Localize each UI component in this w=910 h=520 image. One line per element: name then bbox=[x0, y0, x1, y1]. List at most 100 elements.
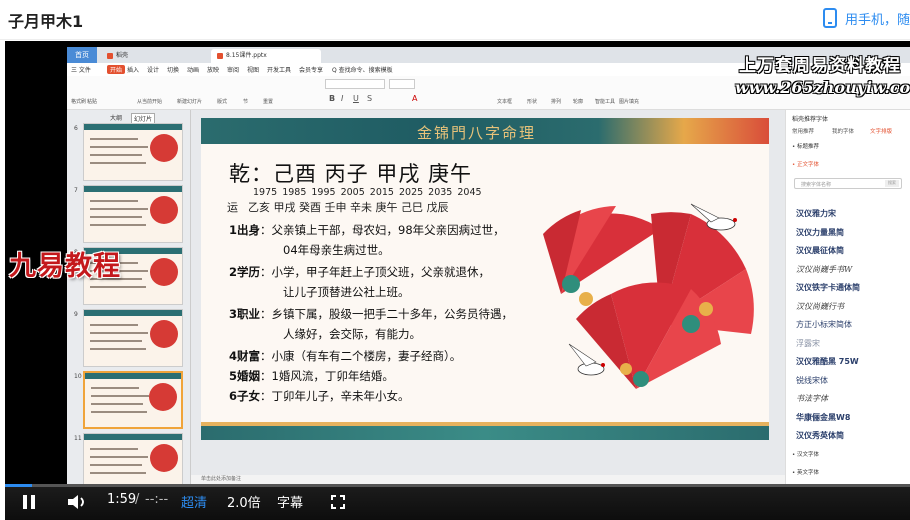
slide-thumbnail[interactable] bbox=[83, 185, 183, 243]
pause-icon[interactable] bbox=[23, 495, 35, 509]
thumb-line bbox=[90, 324, 138, 326]
thumb-band bbox=[84, 124, 182, 130]
duration: --:-- bbox=[145, 492, 169, 507]
menu-item[interactable]: 放映 bbox=[207, 65, 219, 74]
ribbon-button[interactable]: 格式刷 bbox=[71, 98, 86, 105]
ribbon-button[interactable]: 文本框 bbox=[497, 98, 512, 105]
ribbon-button[interactable]: 智能工具 bbox=[595, 98, 615, 105]
font-item[interactable]: 汉仪雅力宋 bbox=[796, 208, 836, 219]
thumb-fan-icon bbox=[150, 444, 178, 472]
tab-common-fonts[interactable]: 常用推荐 bbox=[792, 127, 814, 135]
font-name-box[interactable] bbox=[325, 79, 385, 89]
thumb-line bbox=[90, 208, 148, 210]
bold-button[interactable]: B bbox=[329, 94, 335, 103]
ribbon-button[interactable]: 轮廓 bbox=[573, 98, 583, 105]
pptx-tab[interactable]: 8.15课件.pptx bbox=[211, 49, 321, 63]
docer-tab[interactable]: 稻壳 bbox=[101, 49, 181, 63]
font-item[interactable]: 锐线宋体 bbox=[796, 375, 828, 386]
volume-icon[interactable] bbox=[67, 494, 89, 510]
quality-button[interactable]: 超清 bbox=[181, 492, 207, 511]
current-time: 1:59 bbox=[107, 492, 137, 507]
thumb-line bbox=[90, 340, 142, 342]
section-en-fonts[interactable]: • 英文字体 bbox=[792, 468, 819, 476]
pptx-tab-label: 8.15课件.pptx bbox=[226, 52, 267, 59]
menu-item[interactable]: Q 查找命令、搜索模板 bbox=[332, 65, 393, 74]
ribbon-button[interactable]: 版式 bbox=[217, 98, 227, 105]
subtitle-button[interactable]: 字幕 bbox=[277, 492, 303, 511]
outline-tab[interactable]: 大纲 bbox=[110, 113, 122, 122]
underline-button[interactable]: U bbox=[353, 94, 359, 103]
tab-my-fonts[interactable]: 我的字体 bbox=[832, 127, 854, 135]
slide-thumbnail[interactable] bbox=[83, 123, 183, 181]
watermark-jiuyi: 九易教程 bbox=[9, 251, 121, 282]
fullscreen-icon[interactable] bbox=[331, 495, 345, 509]
info-text: ：小康（有车有二个楼房，妻子经商）。 bbox=[260, 349, 462, 363]
font-size-box[interactable] bbox=[389, 79, 415, 89]
menu-item[interactable]: 会员专享 bbox=[299, 65, 323, 74]
menu-item[interactable]: 切换 bbox=[167, 65, 179, 74]
time-separator: / bbox=[135, 492, 140, 507]
font-item[interactable]: 汉仪雅酷黑 75W bbox=[796, 356, 859, 367]
ribbon-button[interactable]: 从当前开始 bbox=[137, 98, 162, 105]
font-item[interactable]: 方正小标宋简体 bbox=[796, 319, 852, 330]
ribbon-button[interactable]: 形状 bbox=[527, 98, 537, 105]
thumb-line bbox=[90, 472, 146, 474]
speed-button[interactable]: 2.0倍 bbox=[227, 492, 261, 511]
font-item[interactable]: 汉仪尚巍行书 bbox=[796, 301, 844, 312]
font-item[interactable]: 汉仪铁字卡通体简 bbox=[796, 282, 860, 293]
menu-item[interactable]: 开始 bbox=[107, 65, 126, 74]
section-title-fonts[interactable]: • 标题推荐 bbox=[792, 142, 819, 150]
slide-thumbnail[interactable] bbox=[83, 309, 183, 367]
progress-bar[interactable] bbox=[5, 484, 910, 487]
ribbon-button[interactable]: 粘贴 bbox=[87, 98, 97, 105]
thumb-line bbox=[90, 286, 146, 288]
ribbon-button[interactable]: 排列 bbox=[551, 98, 561, 105]
ribbon-button[interactable]: 节 bbox=[243, 98, 248, 105]
notes-bar[interactable]: 单击此处添加备注 bbox=[191, 475, 785, 484]
home-tab[interactable]: 首页 bbox=[67, 47, 97, 63]
info-label: 3职业 bbox=[229, 307, 261, 321]
ribbon-button[interactable]: 重置 bbox=[263, 98, 273, 105]
font-item[interactable]: 浮露宋 bbox=[796, 338, 820, 349]
menu-item[interactable]: 开发工具 bbox=[267, 65, 291, 74]
slide-thumbnail[interactable] bbox=[83, 371, 183, 429]
page-header: 子月甲木1 用手机，随 bbox=[0, 0, 910, 40]
slide-thumbnail[interactable] bbox=[83, 433, 183, 484]
font-item[interactable]: 汉仪秀英体简 bbox=[796, 430, 844, 441]
font-search-input[interactable]: 搜索字体名称 搜索 bbox=[794, 178, 902, 189]
ribbon-button[interactable]: 新建幻灯片 bbox=[177, 98, 202, 105]
thumb-line bbox=[90, 138, 138, 140]
section-han-fonts[interactable]: • 汉文字体 bbox=[792, 450, 819, 458]
font-item[interactable]: 汉仪晨征体简 bbox=[796, 245, 844, 256]
info-text: ：小学，甲子年赶上子顶父班，父亲就退休， bbox=[260, 265, 491, 279]
section-body-fonts[interactable]: • 正文字体 bbox=[792, 160, 819, 168]
font-item[interactable]: 华康俪金黑W8 bbox=[796, 412, 850, 423]
menu-item[interactable]: 动画 bbox=[187, 65, 199, 74]
luck-pillars: 运乙亥 甲戌 癸酉 壬申 辛未 庚午 己巳 戊辰 bbox=[227, 199, 448, 215]
font-item[interactable]: 书法字体 bbox=[796, 393, 828, 404]
menu-item[interactable]: 视图 bbox=[247, 65, 259, 74]
menu-item[interactable]: 审阅 bbox=[227, 65, 239, 74]
italic-button[interactable]: I bbox=[341, 94, 343, 103]
watermark-url: www.265zhouyiw.com bbox=[735, 78, 910, 97]
font-item[interactable]: 汉仪力量黑简 bbox=[796, 227, 844, 238]
font-search-button[interactable]: 搜索 bbox=[885, 180, 899, 187]
menu-item[interactable]: 设计 bbox=[147, 65, 159, 74]
thumb-fan-icon bbox=[150, 320, 178, 348]
info-line: 4财富：小康（有车有二个楼房，妻子经商）。 bbox=[229, 348, 461, 364]
font-item[interactable]: 汉仪尚巍手书W bbox=[796, 264, 852, 275]
current-slide[interactable]: 金锦門八字命理 乾：己酉 丙子 甲戌 庚午 1975 1985 1995 200… bbox=[201, 118, 769, 440]
font-color-button[interactable]: A bbox=[412, 94, 417, 103]
thumb-fan-icon bbox=[150, 134, 178, 162]
menu-item[interactable]: 插入 bbox=[127, 65, 139, 74]
fan-left-icon bbox=[543, 206, 661, 294]
video-player[interactable]: 首页 稻壳 8.15课件.pptx 三 文件 开始 插入 设计 切换 动画 放映 审阅 视图 开发… bbox=[5, 41, 910, 520]
thumb-line bbox=[90, 464, 142, 466]
menu-item[interactable]: 三 文件 bbox=[71, 65, 91, 74]
tab-text-layout[interactable]: 文字排版 bbox=[870, 127, 892, 135]
strike-button[interactable]: S bbox=[367, 94, 372, 103]
ribbon-button[interactable]: 图片填充 bbox=[619, 98, 639, 105]
font-panel: 稻壳推荐字体 常用推荐 我的字体 文字排版 • 标题推荐 • 正文字体 搜索字体… bbox=[785, 110, 910, 484]
phone-watch-link[interactable]: 用手机，随 bbox=[822, 8, 910, 28]
info-text: ：丁卯年儿子，辛未年小女。 bbox=[260, 389, 410, 403]
